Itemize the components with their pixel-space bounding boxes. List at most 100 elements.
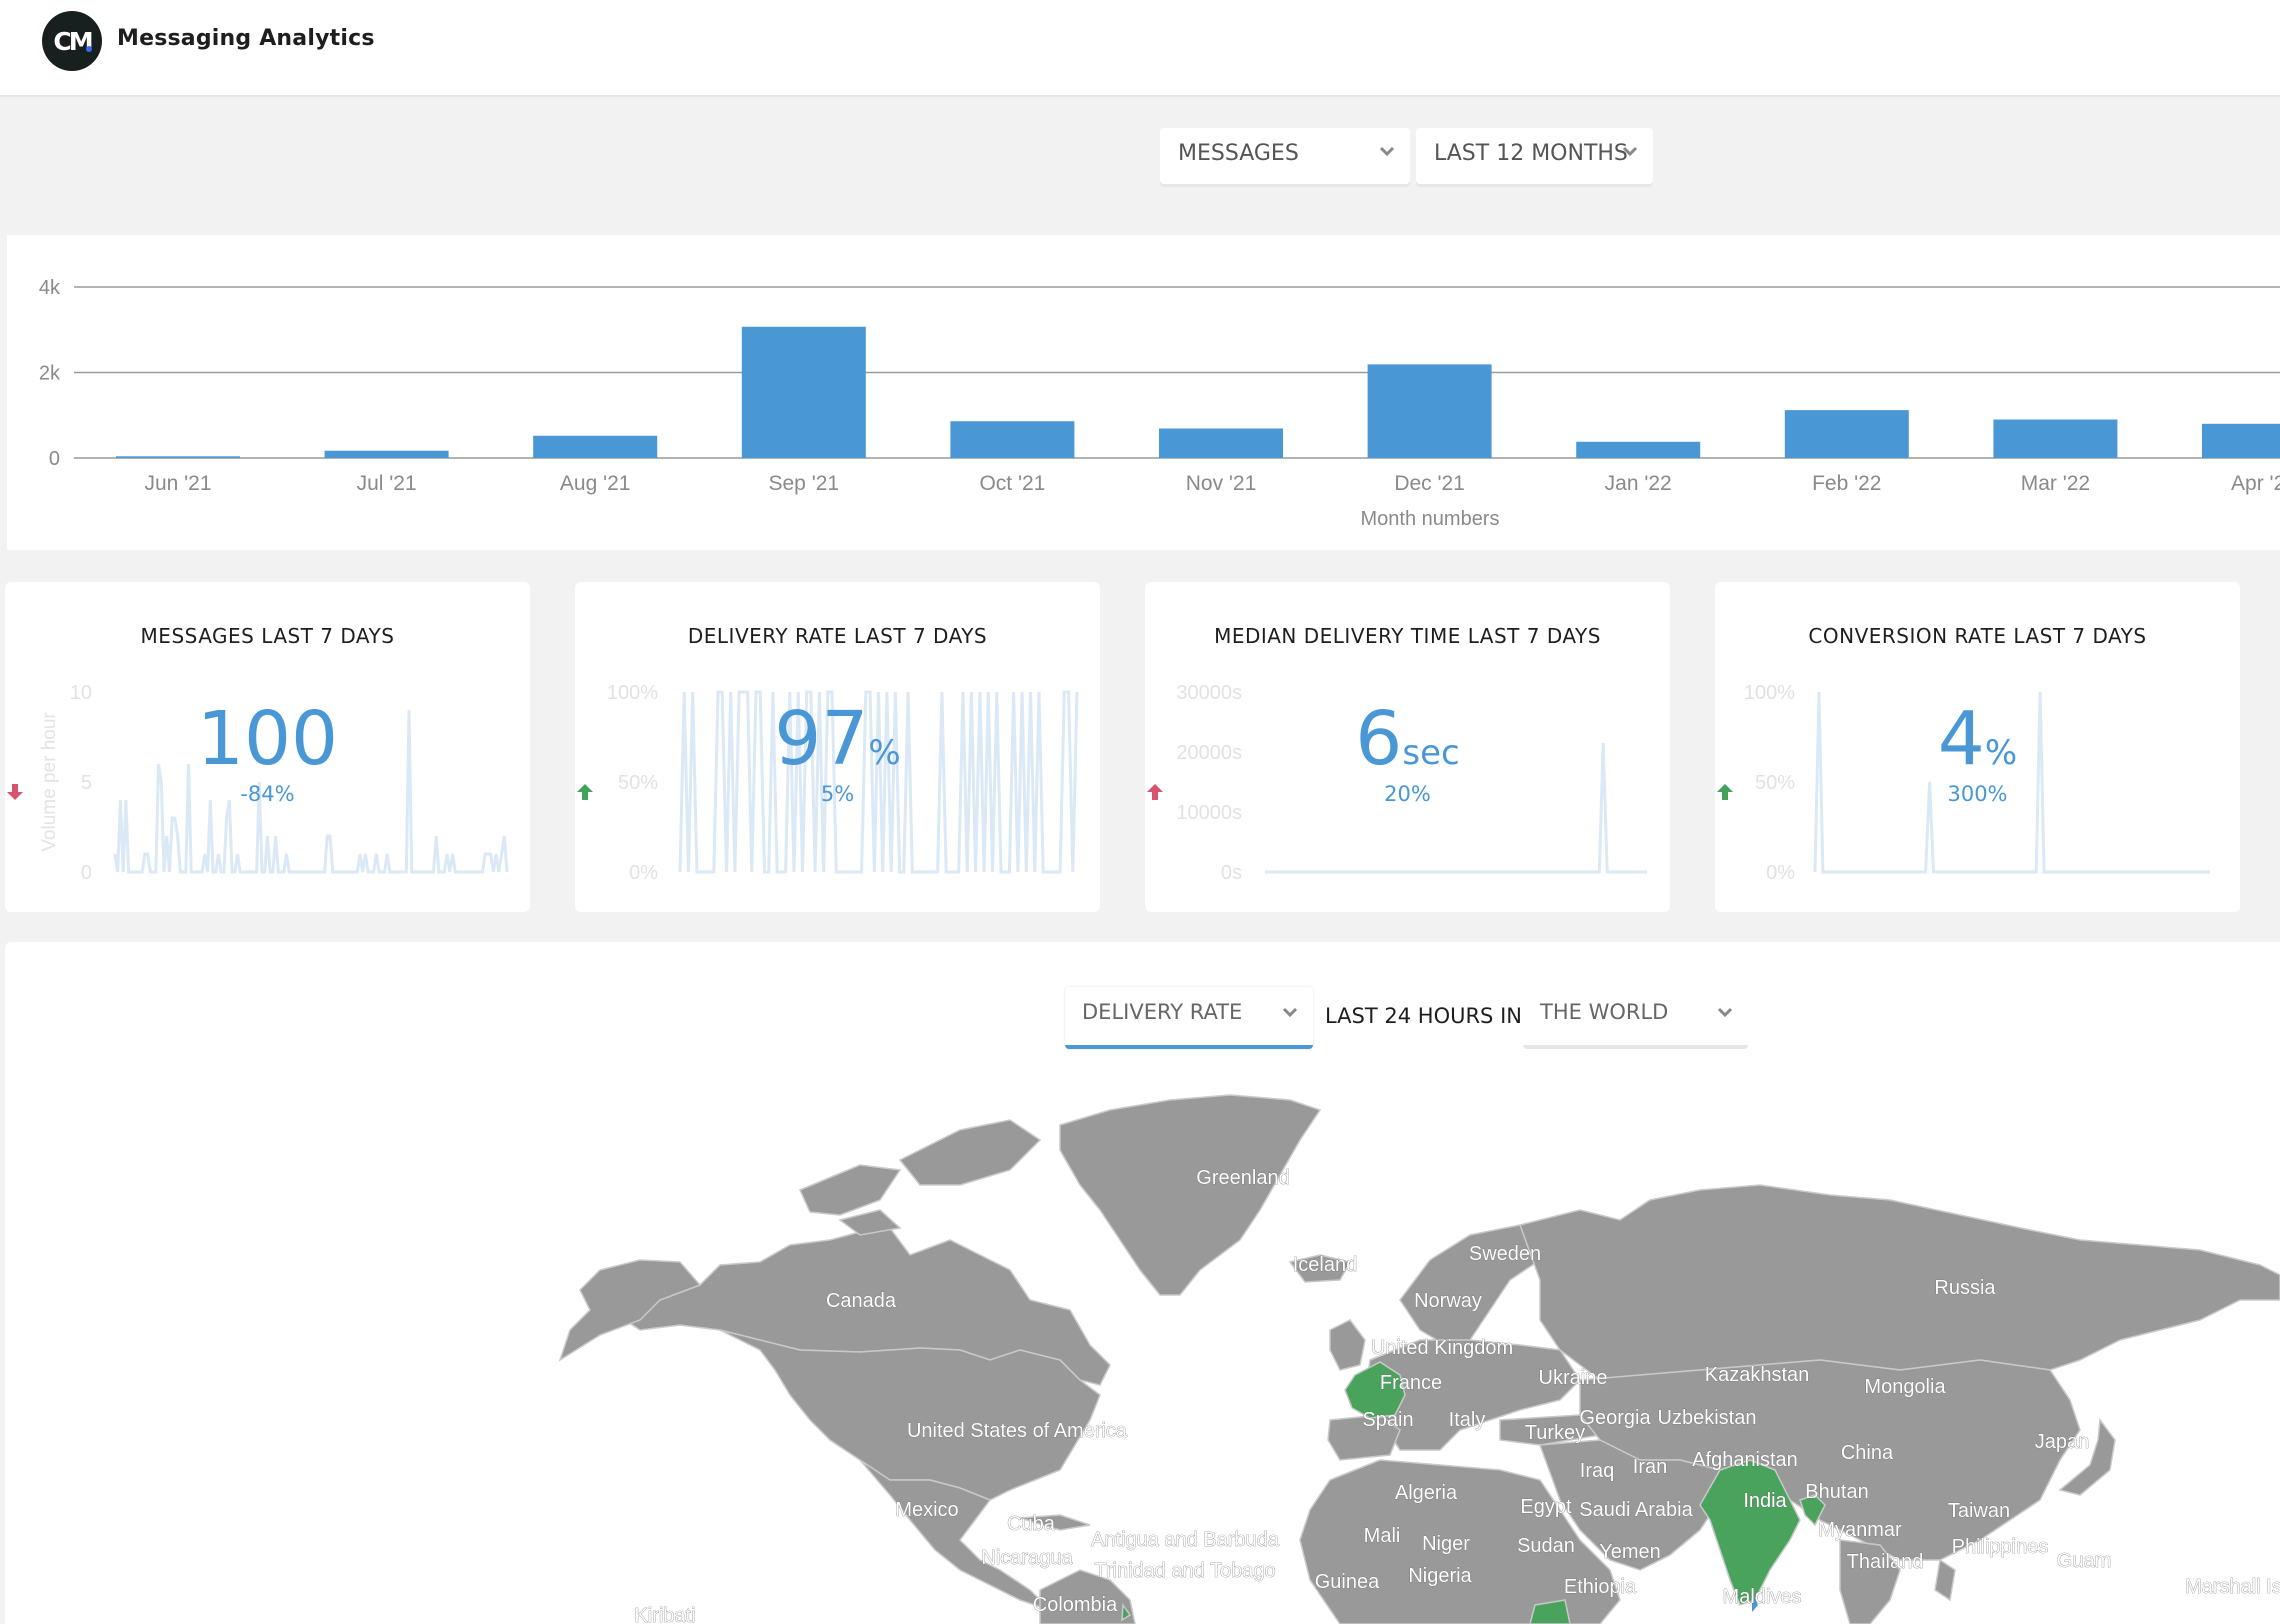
country-label: Sweden [1469,1243,1541,1265]
y-tick-label: 100% [1744,682,1795,704]
country-label: Mexico [895,1499,958,1521]
monthly-messages-chart: 0 2k 4k Jun '21 Jul '21 Aug '21 Sep '21 Oct '21… [7,235,2280,550]
country-label: China [1841,1442,1894,1464]
metric-dropdown[interactable]: MESSAGES [1160,128,1410,184]
bar[interactable] [1993,419,2118,458]
country-label: Guinea [1315,1571,1380,1593]
kpi-delta-value: 20% [1384,782,1431,806]
country-label: Italy [1449,1409,1486,1431]
kpi-card-conversion-rate: 0% 50% 100% CONVERSION RATE LAST 7 DAYS 4%… [1715,582,2240,912]
kpi-value-number: 4 [1937,696,1985,782]
country-label: Mongolia [1864,1376,1946,1398]
country-label: India [1743,1490,1787,1512]
country-label: United Kingdom [1371,1337,1513,1359]
country-label: Saudi Arabia [1579,1499,1693,1521]
y-tick-label: 4k [39,277,61,299]
country-label: Iraq [1580,1460,1614,1482]
x-tick-label: Sep '21 [769,472,840,495]
country-label: Iran [1633,1456,1667,1478]
app-header: CM Messaging Analytics [0,0,2280,97]
kpi-value: 4% [1715,702,2240,776]
country-united-kingdom [1329,1319,1366,1371]
country-label: Yemen [1599,1541,1661,1563]
country-label: Myanmar [1818,1519,1902,1541]
kpi-value-number: 6 [1355,696,1403,782]
kpi-value-unit: % [868,733,901,773]
bar[interactable] [2202,423,2280,458]
kpi-card-delivery-rate: 0% 50% 100% DELIVERY RATE LAST 7 DAYS 97% … [575,582,1100,912]
logo-dot [86,46,92,52]
country-label: Russia [1934,1277,1996,1299]
period-dropdown[interactable]: LAST 12 MONTHS [1416,128,1653,184]
bar[interactable] [324,450,449,458]
x-tick-label: Jun '21 [144,472,211,495]
country-label: Turkey [1525,1422,1585,1444]
country-label: Greenland [1196,1167,1289,1189]
country-label: Ethiopia [1564,1576,1637,1598]
country-label: Niger [1422,1533,1470,1555]
country-label: Mali [1364,1525,1401,1547]
chevron-down-icon [1379,146,1395,157]
bar[interactable] [116,456,240,458]
bar[interactable] [1159,428,1283,458]
app-title: Messaging Analytics [117,26,375,51]
y-tick-label: 0% [629,862,658,884]
kpi-value-number: 100 [196,696,339,782]
country-label: Maldives [1723,1586,1802,1608]
chevron-down-icon [1622,146,1638,157]
y-tick-label: 100% [607,682,658,704]
bar[interactable] [950,421,1075,458]
x-tick-label: Nov '21 [1186,472,1257,495]
kpi-value-unit: % [1984,733,2018,773]
kpi-delta: 20% [1145,782,1670,806]
country-label: Nigeria [1408,1565,1472,1587]
country-label: Afghanistan [1692,1449,1798,1471]
world-map[interactable]: Greenland Iceland Canada United States of A… [5,942,2280,1624]
bar[interactable] [1576,441,1701,458]
metric-dropdown-value: MESSAGES [1178,141,1299,166]
country-philippines [1934,1558,1956,1602]
country-greenland [1059,1094,1322,1296]
kpi-title: MEDIAN DELIVERY TIME LAST 7 DAYS [1214,624,1601,648]
kpi-title: DELIVERY RATE LAST 7 DAYS [687,624,988,648]
x-tick-label: Apr '22 [2231,472,2280,495]
kpi-value-number: 97 [774,696,869,782]
kpi-delta: 5% [575,782,1100,806]
kpi-value: 6sec [1145,702,1670,776]
country-label: Nicaragua [981,1547,1073,1569]
kpi-title: MESSAGES LAST 7 DAYS [140,624,395,648]
country-label: Thailand [1847,1551,1924,1573]
arrow-up-icon [1147,784,1163,800]
y-tick-label: 0s [1221,862,1242,884]
bar[interactable] [741,326,866,458]
cm-logo[interactable]: CM [42,11,102,71]
country-label: Philippines [1952,1536,2049,1558]
y-tick-label: 0 [81,862,92,884]
kpi-delta-value: 300% [1947,782,2008,806]
country-label: Sudan [1517,1535,1575,1557]
country-label: Algeria [1395,1482,1458,1504]
country-label: Egypt [1520,1496,1572,1518]
country-label: Norway [1414,1290,1482,1312]
bar[interactable] [533,435,658,458]
x-tick-label: Aug '21 [560,472,631,495]
x-axis-label: Month numbers [1361,508,1500,530]
bar[interactable] [1367,364,1492,458]
y-tick-label: 10 [70,682,92,704]
kpi-value: 100 [5,702,530,776]
kpi-delta-value: 5% [820,782,855,806]
x-tick-label: Jan '22 [1605,472,1672,495]
period-dropdown-value: LAST 12 MONTHS [1434,141,1628,166]
country-label: Iceland [1293,1254,1358,1276]
kpi-value: 97% [575,702,1100,776]
country-label: Georgia [1579,1407,1651,1429]
x-tick-label: Dec '21 [1394,472,1465,495]
kpi-delta: -84% [5,782,530,806]
arrow-down-icon [7,784,23,800]
kpi-title: CONVERSION RATE LAST 7 DAYS [1808,624,2147,648]
country-label: Guam [2057,1550,2111,1572]
y-tick-label: 2k [39,363,61,385]
bar[interactable] [1784,410,1909,458]
y-tick-label: 0 [49,448,60,470]
country-label: Antigua and Barbuda [1091,1529,1280,1551]
